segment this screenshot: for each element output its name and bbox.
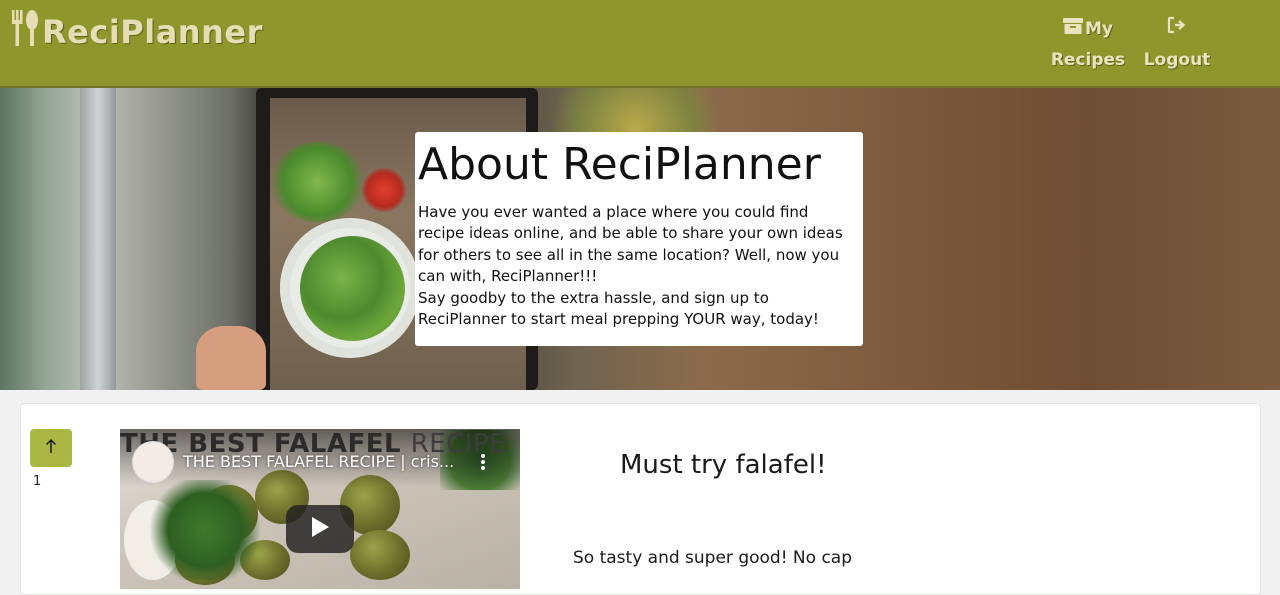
- upvote-button[interactable]: [30, 429, 72, 467]
- archive-box-icon: [1063, 14, 1083, 45]
- channel-avatar[interactable]: [132, 441, 174, 483]
- post-body: So tasty and super good! No cap: [573, 548, 853, 568]
- nav-logout[interactable]: Logout: [1140, 14, 1214, 76]
- salad-image: [300, 236, 405, 341]
- post-title: Must try falafel!: [620, 450, 827, 480]
- nav-logout-label: Logout: [1143, 50, 1211, 70]
- falafel-ball: [350, 530, 410, 580]
- lettuce-image: [270, 142, 365, 222]
- about-text: Have you ever wanted a place where you c…: [418, 202, 858, 330]
- nav-my-recipes-label-bottom: Recipes: [1050, 50, 1126, 70]
- nav-my-recipes-label-top: My: [1085, 19, 1113, 39]
- video-play-button[interactable]: [286, 505, 354, 553]
- about-paragraph-1: Have you ever wanted a place where you c…: [418, 203, 843, 286]
- about-title: About ReciPlanner: [418, 139, 821, 190]
- fork-spoon-icon: [10, 8, 42, 56]
- about-paragraph-2: Say goodby to the extra hassle, and sign…: [418, 288, 819, 329]
- brand-name: ReciPlanner: [42, 13, 263, 51]
- hand-image: [196, 326, 266, 390]
- tomatoes-image: [362, 168, 406, 212]
- greens-image: [150, 480, 260, 580]
- kebab-menu-icon[interactable]: [478, 452, 488, 472]
- navbar: ReciPlanner My Recipes Logout: [0, 0, 1280, 88]
- upvote-count: 1: [33, 474, 42, 489]
- video-title[interactable]: THE BEST FALAFEL RECIPE | cris...: [183, 452, 454, 471]
- sign-out-icon: [1167, 14, 1187, 45]
- play-icon: [310, 516, 330, 542]
- hero-knife: [80, 88, 116, 390]
- nav-my-recipes[interactable]: My Recipes: [1050, 14, 1126, 76]
- arrow-up-icon: [44, 438, 58, 458]
- brand-link[interactable]: ReciPlanner: [10, 8, 263, 56]
